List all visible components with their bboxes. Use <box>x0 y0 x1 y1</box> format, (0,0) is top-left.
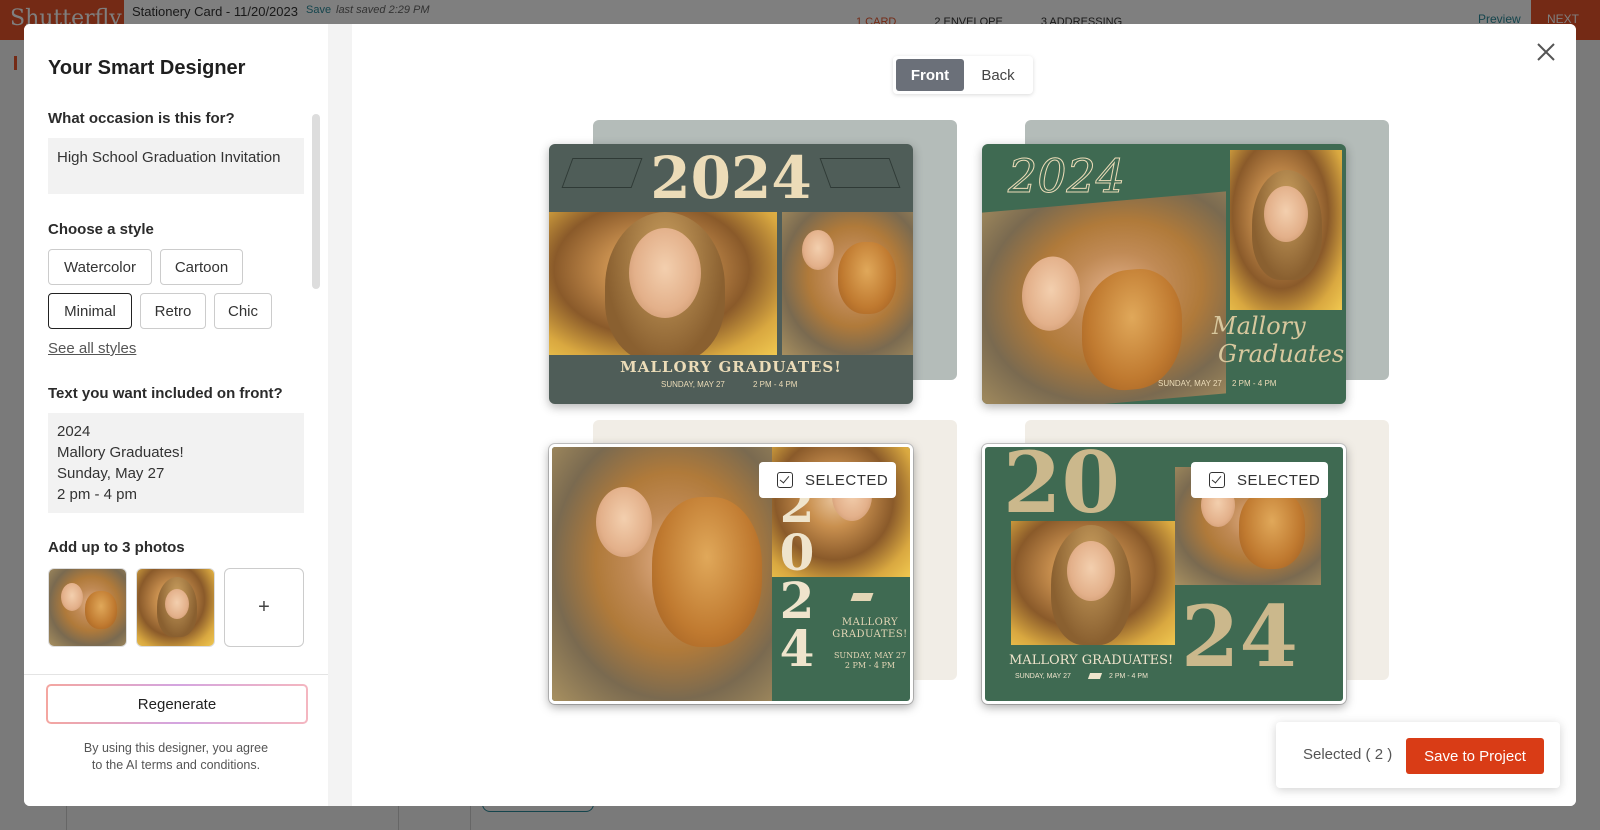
card-headline: MALLORY GRADUATES! <box>1009 653 1174 668</box>
photo-dog <box>652 497 762 647</box>
see-all-styles-link[interactable]: See all styles <box>48 340 136 357</box>
photo-dog <box>1082 265 1182 394</box>
checkbox-checked-icon <box>777 472 793 488</box>
card-date: SUNDAY, MAY 27 <box>661 380 725 389</box>
text-line: 2 pm - 4 pm <box>57 486 138 503</box>
style-cartoon-button[interactable]: Cartoon <box>160 249 243 285</box>
card-year-top: 20 <box>1003 444 1120 532</box>
selected-badge[interactable]: SELECTED <box>1191 462 1328 498</box>
photo-dog <box>85 591 117 629</box>
terms-line: to the AI terms and conditions. <box>91 758 261 772</box>
terms-text: By using this designer, you agree to the… <box>48 740 304 774</box>
photo-subject <box>596 487 652 557</box>
checkbox-checked-icon <box>1209 472 1225 488</box>
card-photo <box>552 447 772 701</box>
photo-subject <box>1022 254 1080 334</box>
sidebar-gutter <box>328 24 352 806</box>
card-photo <box>1230 150 1342 310</box>
designs-area: Front Back 2024 MALLORY GRADUATES! SUNDA… <box>352 24 1576 806</box>
style-watercolor-button[interactable]: Watercolor <box>48 249 152 285</box>
card-date: SUNDAY, MAY 27 <box>833 651 907 660</box>
photo-subject <box>629 228 701 318</box>
front-text-label: Text you want included on front? <box>48 385 283 402</box>
card-date: SUNDAY, MAY 27 <box>1015 673 1071 680</box>
style-minimal-button[interactable]: Minimal <box>48 293 132 329</box>
card-time: 2 PM - 4 PM <box>844 661 896 670</box>
style-retro-button[interactable]: Retro <box>140 293 206 329</box>
designer-sidebar: Your Smart Designer What occasion is thi… <box>24 24 328 806</box>
card-year-digits: 2 0 2 4 <box>766 480 828 678</box>
card-year: 2024 <box>1007 149 1126 204</box>
close-icon[interactable] <box>1534 40 1558 64</box>
text-line: Sunday, May 27 <box>57 465 165 482</box>
graduation-cap-icon <box>850 593 874 601</box>
card-headline: Mallory <box>1212 312 1306 340</box>
graduation-cap-icon <box>561 158 643 188</box>
text-line: Mallory Graduates! <box>57 444 184 461</box>
save-to-project-button[interactable]: Save to Project <box>1406 738 1544 774</box>
photo-subject <box>1067 541 1115 601</box>
card-year-bottom: 24 <box>1181 587 1298 686</box>
style-label: Choose a style <box>48 221 154 238</box>
year-digit: 0 <box>779 523 815 582</box>
photo-subject <box>802 230 834 270</box>
style-chic-button[interactable]: Chic <box>214 293 272 329</box>
photos-label: Add up to 3 photos <box>48 539 185 556</box>
occasion-label: What occasion is this for? <box>48 110 235 127</box>
card-photo <box>549 212 777 355</box>
photo-thumbnail[interactable] <box>136 568 215 647</box>
regenerate-label: Regenerate <box>48 686 306 722</box>
photo-dog <box>838 242 896 314</box>
card-headline-2: Graduates! <box>1218 340 1346 368</box>
card-headline-2: GRADUATES! <box>832 629 908 640</box>
terms-line: By using this designer, you agree <box>83 741 269 755</box>
photo-subject <box>61 583 83 611</box>
graduation-cap-icon <box>1087 673 1103 679</box>
selected-badge[interactable]: SELECTED <box>759 462 896 498</box>
graduation-cap-icon <box>819 158 901 188</box>
card-photo <box>982 191 1226 404</box>
card-photo <box>782 212 913 355</box>
selected-badge-label: SELECTED <box>1237 471 1321 489</box>
front-text-input[interactable]: 2024 Mallory Graduates! Sunday, May 27 2… <box>48 413 304 513</box>
card-headline: MALLORY GRADUATES! <box>620 358 842 376</box>
sidebar-title: Your Smart Designer <box>48 57 246 79</box>
divider <box>24 674 328 675</box>
year-digit: 2 <box>779 571 815 630</box>
card-time: 2 PM - 4 PM <box>1109 673 1148 680</box>
design-card[interactable]: 2 0 2 4 MALLORY GRADUATES! SUNDAY, MAY 2… <box>549 444 913 704</box>
card-photo <box>1011 521 1175 645</box>
front-tab[interactable]: Front <box>896 59 964 91</box>
save-panel: Selected ( 2 ) Save to Project <box>1276 722 1560 788</box>
sidebar-scrollbar[interactable] <box>312 114 320 289</box>
selected-count: Selected ( 2 ) <box>1303 746 1393 763</box>
photo-subject <box>165 589 189 619</box>
sidebar-scroll-area[interactable]: Your Smart Designer What occasion is thi… <box>24 24 328 674</box>
text-line: 2024 <box>57 423 91 440</box>
regenerate-button[interactable]: Regenerate <box>46 684 308 724</box>
design-card[interactable]: 2024 MALLORY GRADUATES! SUNDAY, MAY 27 2… <box>549 144 913 404</box>
photo-dog <box>1239 489 1305 569</box>
add-photo-button[interactable]: + <box>224 568 304 647</box>
card-headline: MALLORY <box>841 617 899 628</box>
card-date: SUNDAY, MAY 27 <box>1158 379 1222 388</box>
photo-thumbnail[interactable] <box>48 568 127 647</box>
back-tab[interactable]: Back <box>967 59 1029 91</box>
design-card[interactable]: 2024 Mallory Graduates! SUNDAY, MAY 27 2… <box>982 144 1346 404</box>
smart-designer-modal: Your Smart Designer What occasion is thi… <box>24 24 1576 806</box>
design-card[interactable]: 20 24 MALLORY GRADUATES! SUNDAY, MAY 27 … <box>982 444 1346 704</box>
card-time: 2 PM - 4 PM <box>1232 379 1277 388</box>
photo-subject <box>1264 186 1308 242</box>
year-digit: 4 <box>779 619 815 678</box>
card-time: 2 PM - 4 PM <box>753 380 798 389</box>
occasion-input[interactable]: High School Graduation Invitation <box>48 138 304 194</box>
selected-badge-label: SELECTED <box>805 471 889 489</box>
front-back-toggle: Front Back <box>893 56 1033 94</box>
